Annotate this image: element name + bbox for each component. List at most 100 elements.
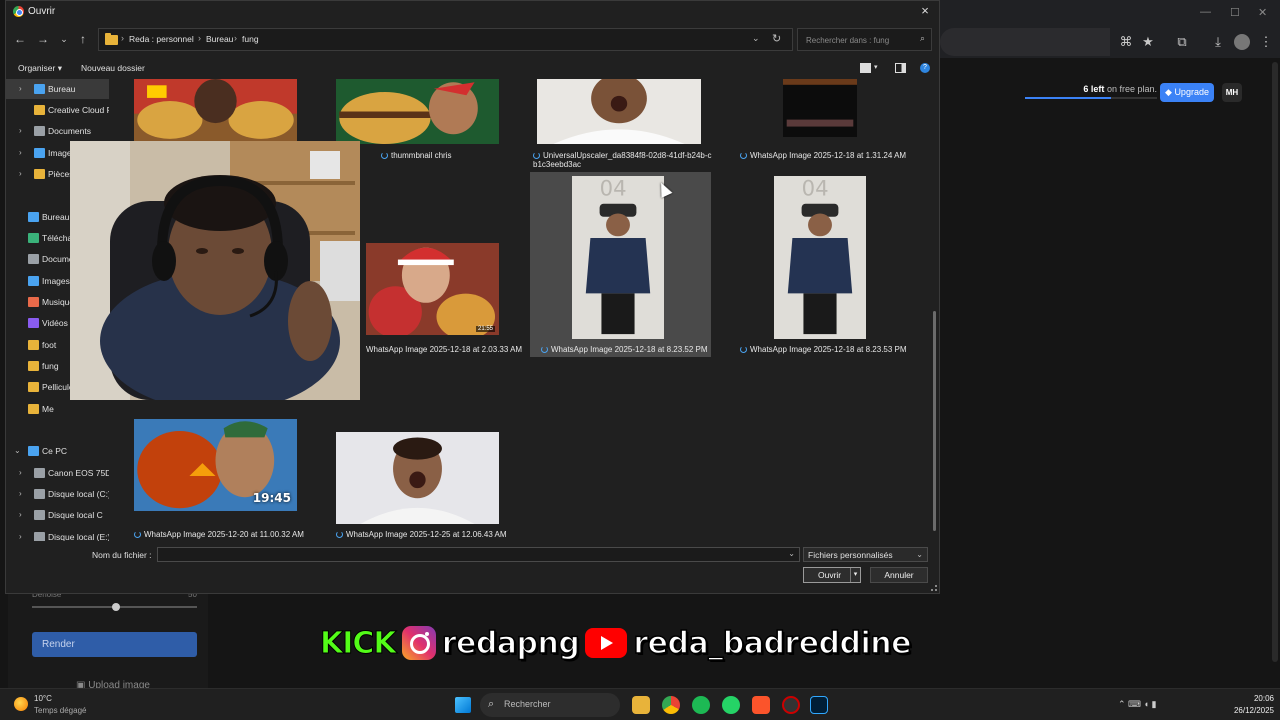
denoise-slider-thumb[interactable] [112, 603, 120, 611]
back-arrow-icon[interactable]: ← [13, 32, 27, 46]
file-list-scrollbar[interactable] [933, 79, 938, 541]
open-options-chevron-icon[interactable]: ▾ [850, 568, 860, 582]
sidebar-item[interactable]: › Documents [6, 121, 109, 141]
file-thumbnail[interactable]: 21:55 [366, 243, 499, 335]
search-box[interactable]: ⌕ [797, 28, 932, 51]
file-type-filter[interactable]: Fichiers personnalisés ⌄ [803, 547, 928, 562]
navigation-bar: ← → ⌄ ↑ › Reda : personnel › Bureau › fu… [6, 28, 939, 52]
browser-menu-icon[interactable]: ⋮ [1258, 34, 1274, 50]
sidebar-item-label: Bureau [48, 84, 76, 94]
file-name[interactable]: thummbnail chris [381, 151, 451, 160]
filename-input[interactable] [158, 551, 778, 565]
whatsapp-icon[interactable] [722, 696, 740, 714]
obs-icon[interactable] [782, 696, 800, 714]
file-thumbnail[interactable]: 04 [572, 176, 664, 339]
profile-avatar[interactable] [1234, 34, 1250, 50]
address-bar[interactable]: › Reda : personnel › Bureau › fung ⌄ ↻ [98, 28, 793, 51]
recent-chevron-icon[interactable]: ⌄ [57, 32, 71, 46]
file-name[interactable]: UniversalUpscaler_da8384f8-02d8-41df-b24… [533, 151, 713, 169]
new-folder-button[interactable]: Nouveau dossier [81, 63, 145, 73]
weather-icon[interactable] [14, 697, 28, 711]
file-name[interactable]: WhatsApp Image 2025-12-20 at 11.00.32 AM [134, 530, 304, 539]
file-thumbnail[interactable] [134, 79, 297, 142]
file-thumbnail[interactable] [537, 79, 701, 144]
maximize-icon[interactable]: ☐ [1230, 6, 1240, 19]
search-input[interactable] [806, 34, 911, 46]
sidebar-item-label: Pellicule [42, 382, 74, 392]
page-scrollbar[interactable] [1272, 62, 1278, 662]
render-button[interactable]: Render [32, 632, 197, 657]
sidebar-item[interactable]: › Disque local (C:) [6, 484, 109, 504]
chevron-right-icon[interactable]: › [19, 510, 22, 519]
chevron-right-icon[interactable]: › [19, 169, 22, 178]
organize-label: Organiser [18, 63, 56, 73]
filename-field[interactable]: ⌄ [157, 547, 800, 565]
filename-dropdown-icon[interactable]: ⌄ [788, 549, 795, 558]
breadcrumb-item[interactable]: fung [242, 34, 259, 44]
upgrade-button[interactable]: ◆ Upgrade [1160, 83, 1214, 102]
sidebar-item-label: Canon EOS 75D [48, 468, 109, 478]
start-button[interactable] [455, 697, 471, 713]
sidebar-item[interactable]: Creative Cloud Files [6, 100, 109, 120]
extensions-icon[interactable]: ⧉ [1174, 34, 1190, 50]
weather-condition[interactable]: Temps dégagé [34, 706, 86, 715]
sidebar-item[interactable]: Me [6, 399, 109, 419]
scrollbar-thumb[interactable] [933, 311, 936, 531]
sidebar-item[interactable]: ⌄ Ce PC [6, 441, 109, 461]
file-thumbnail[interactable]: 04 [774, 176, 866, 339]
download-icon[interactable]: ⤓ [1210, 34, 1226, 50]
window-close-icon[interactable]: ✕ [1258, 6, 1267, 19]
file-name[interactable]: WhatsApp Image 2025-12-18 at 8.23.52 PM [541, 345, 708, 354]
chevron-down-icon[interactable]: ⌄ [14, 446, 21, 455]
file-name[interactable]: WhatsApp Image 2025-12-18 at 2.03.33 AM [366, 345, 522, 354]
resize-grip-icon[interactable] [931, 585, 937, 591]
minimize-icon[interactable]: — [1200, 6, 1211, 18]
chevron-right-icon[interactable]: › [19, 489, 22, 498]
open-button[interactable]: Ouvrir ▾ [803, 567, 861, 583]
breadcrumb-item[interactable]: Bureau [206, 34, 233, 44]
close-icon[interactable]: × [917, 3, 933, 19]
up-arrow-icon[interactable]: ↑ [76, 32, 90, 46]
organize-button[interactable]: Organiser ▾ [18, 63, 62, 74]
chevron-right-icon[interactable]: › [19, 532, 22, 541]
clock-time[interactable]: 20:06 [1234, 694, 1274, 703]
user-avatar[interactable]: MH [1222, 83, 1242, 102]
preview-pane-icon[interactable] [895, 63, 906, 73]
cancel-button[interactable]: Annuler [870, 567, 928, 583]
spotify-icon[interactable] [692, 696, 710, 714]
sidebar-item[interactable]: › Disque local C [6, 505, 109, 525]
chevron-right-icon[interactable]: › [19, 126, 22, 135]
sidebar-item[interactable]: › Canon EOS 75D [6, 463, 109, 483]
system-tray[interactable]: ⌃ ⌨ ◖ ▮ [1118, 699, 1156, 710]
view-mode-icon[interactable] [860, 63, 871, 73]
file-thumbnail[interactable] [336, 79, 499, 144]
thumbnail-image: 04 [774, 176, 866, 339]
clock-date[interactable]: 26/12/2025 [1222, 706, 1274, 715]
file-thumbnail[interactable] [336, 432, 499, 524]
translate-icon[interactable]: ⌘ [1118, 34, 1134, 50]
sidebar-item[interactable]: › Bureau [6, 79, 109, 99]
browser-address-bar[interactable] [940, 28, 1110, 56]
breadcrumb-item[interactable]: Reda : personnel [129, 34, 194, 44]
taskbar-search[interactable]: ⌕ Rechercher [480, 693, 620, 717]
chevron-right-icon[interactable]: › [19, 468, 22, 477]
address-dropdown-icon[interactable]: ⌄ [752, 33, 760, 44]
sidebar-item[interactable]: › Disque local (E:) [6, 527, 109, 541]
file-name[interactable]: WhatsApp Image 2025-12-18 at 1.31.24 AM [740, 151, 906, 160]
brave-icon[interactable] [752, 696, 770, 714]
file-name[interactable]: WhatsApp Image 2025-12-18 at 8.23.53 PM [740, 345, 907, 354]
weather-temperature[interactable]: 10°C [34, 694, 52, 703]
photoshop-icon[interactable] [810, 696, 828, 714]
chrome-icon[interactable] [662, 696, 680, 714]
file-thumbnail[interactable] [783, 79, 857, 137]
refresh-icon[interactable]: ↻ [772, 32, 781, 45]
file-explorer-icon[interactable] [632, 696, 650, 714]
help-icon[interactable]: ? [920, 63, 930, 73]
view-mode-chevron-icon[interactable]: ▾ [874, 63, 878, 71]
bookmark-star-icon[interactable]: ★ [1140, 34, 1156, 50]
file-name[interactable]: WhatsApp Image 2025-12-25 at 12.06.43 AM [336, 530, 507, 539]
chevron-right-icon[interactable]: › [19, 84, 22, 93]
file-thumbnail[interactable]: 19:45 [134, 419, 297, 511]
chevron-right-icon[interactable]: › [19, 148, 22, 157]
forward-arrow-icon[interactable]: → [36, 32, 50, 46]
